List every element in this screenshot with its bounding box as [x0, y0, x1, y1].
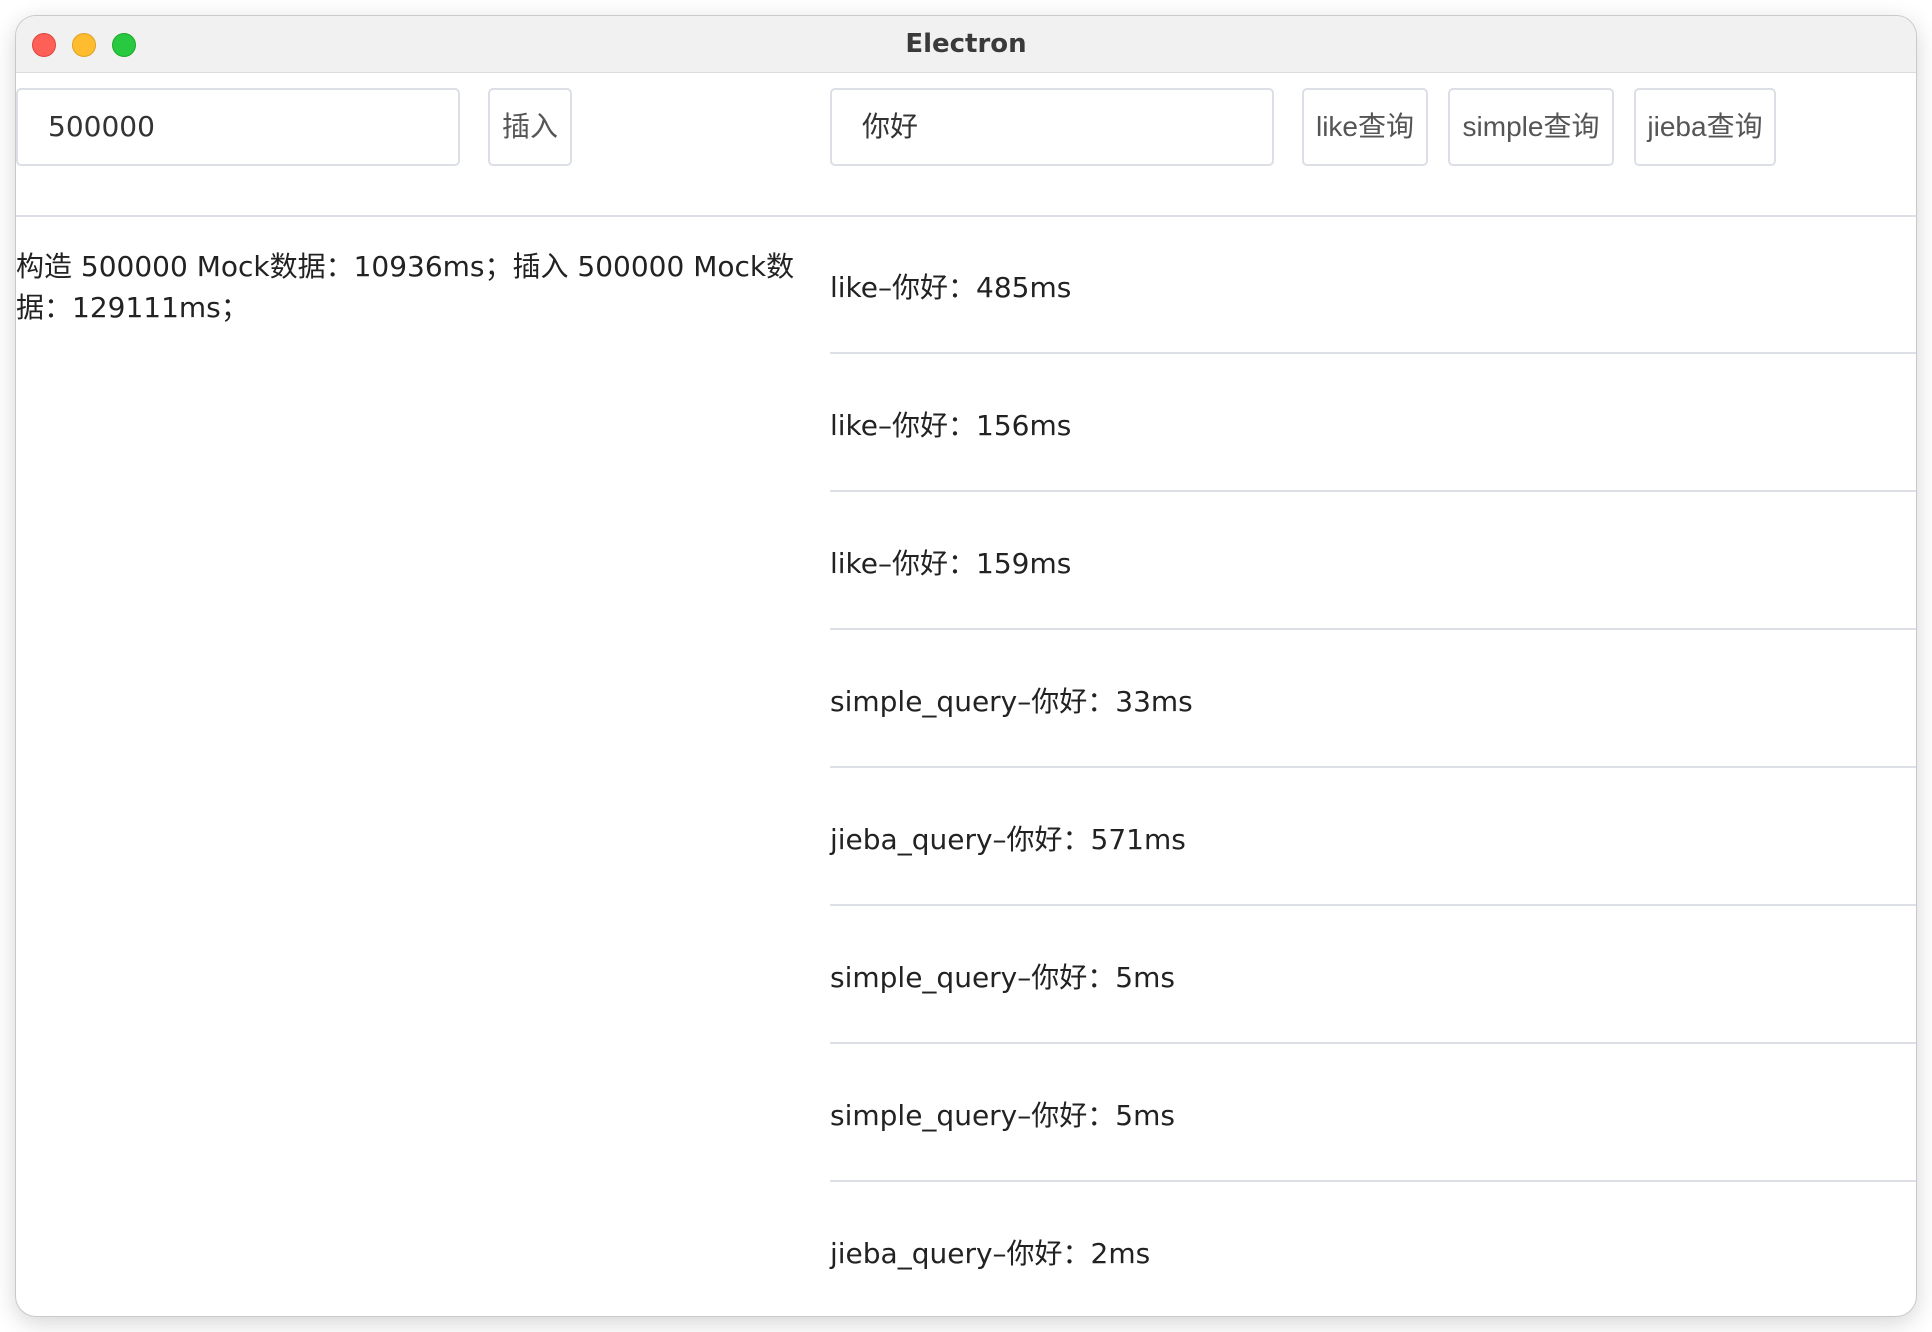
result-row: like–你好：159ms: [830, 492, 1916, 630]
simple-query-button[interactable]: simple查询: [1448, 88, 1614, 166]
query-results-list: like–你好：485ms like–你好：156ms like–你好：159m…: [830, 216, 1916, 1316]
title-bar: Electron: [16, 16, 1916, 73]
insert-button[interactable]: 插入: [488, 88, 572, 166]
like-query-button[interactable]: like查询: [1302, 88, 1428, 166]
window-title: Electron: [905, 29, 1027, 59]
result-row: jieba_query–你好：2ms: [830, 1237, 1151, 1270]
app-window: Electron 500000 插入 你好 like查询 simple查询 ji…: [16, 16, 1916, 1316]
toolbar: 500000 插入 你好 like查询 simple查询 jieba查询: [16, 73, 1916, 217]
insert-log: 构造 500000 Mock数据：10936ms；插入 500000 Mock数…: [16, 250, 795, 324]
result-row: jieba_query–你好：571ms: [830, 768, 1916, 906]
result-row: simple_query–你好：33ms: [830, 630, 1916, 768]
query-input[interactable]: 你好: [830, 88, 1274, 166]
count-input[interactable]: 500000: [16, 88, 460, 166]
result-row: like–你好：156ms: [830, 354, 1916, 492]
result-row: simple_query–你好：5ms: [830, 1044, 1916, 1182]
result-row: simple_query–你好：5ms: [830, 906, 1916, 1044]
result-row: like–你好：485ms: [830, 216, 1916, 354]
jieba-query-button[interactable]: jieba查询: [1634, 88, 1776, 166]
